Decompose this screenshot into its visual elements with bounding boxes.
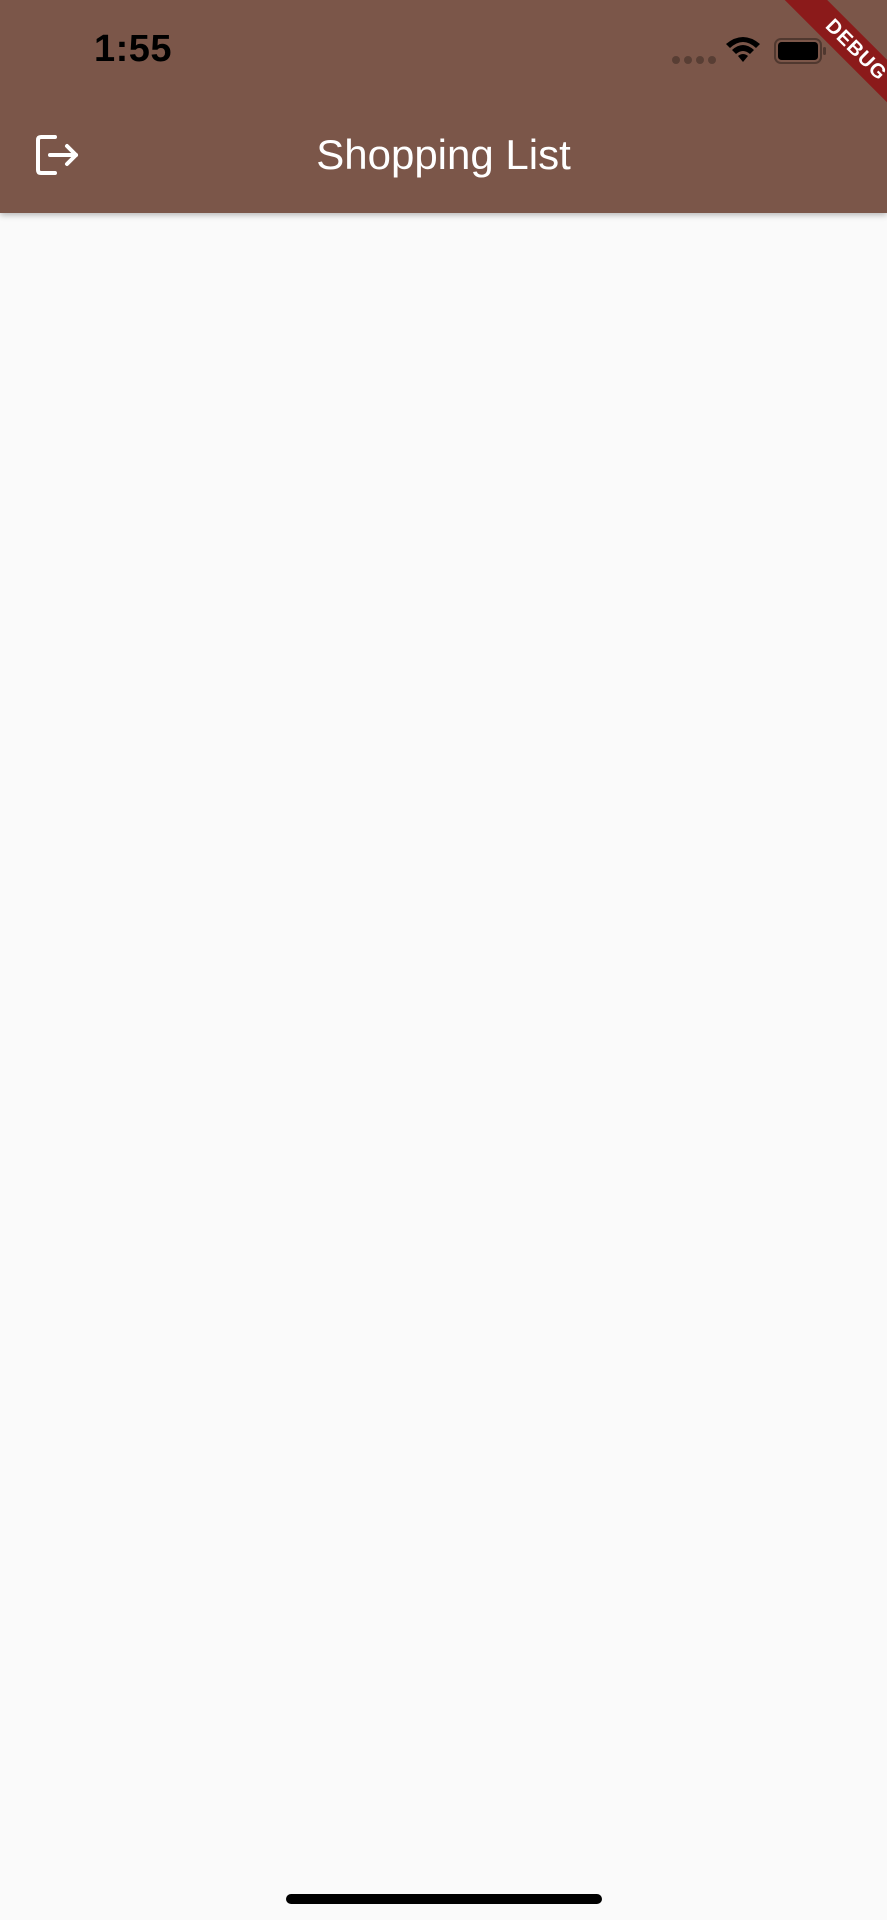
app-bar: 1:55 Shopping List (0, 0, 887, 213)
shopping-list-body (0, 213, 887, 1920)
battery-icon (774, 38, 826, 64)
status-time: 1:55 (94, 28, 173, 70)
page-title: Shopping List (316, 131, 571, 178)
home-indicator[interactable] (286, 1894, 602, 1904)
cellular-signal-icon (672, 56, 716, 64)
wifi-icon (726, 37, 760, 62)
